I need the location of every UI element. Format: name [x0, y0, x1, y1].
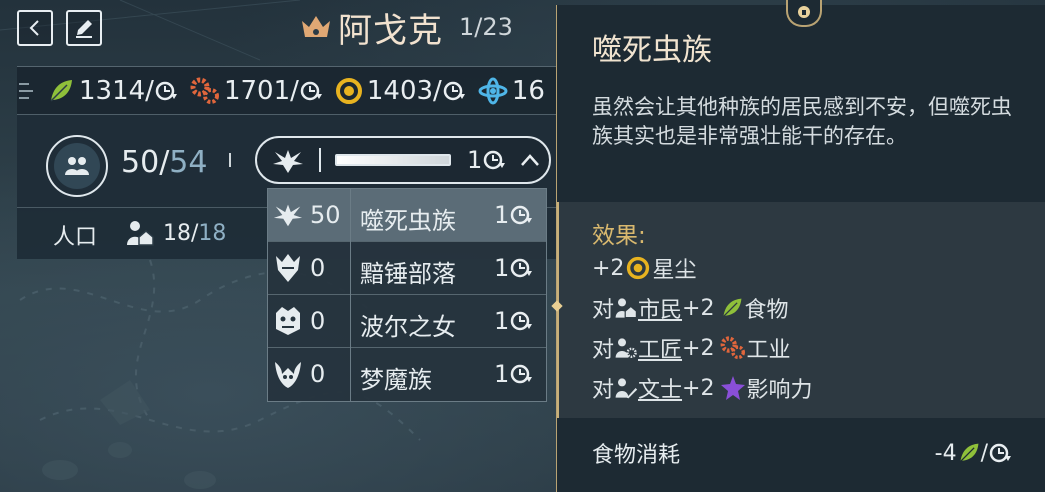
- gears-icon: [721, 336, 746, 360]
- food-resource[interactable]: 1314/: [47, 76, 182, 106]
- industry-resource[interactable]: 1701/: [190, 76, 327, 106]
- dust-value: 1403/: [366, 76, 442, 106]
- item-name: 黯锤部落: [360, 260, 456, 288]
- population-selector[interactable]: 1: [255, 136, 551, 184]
- vaulters-icon: [276, 307, 300, 335]
- dropdown-item-vaulters[interactable]: 0 波尔之女 1: [268, 295, 546, 348]
- workers-count: 18/18: [125, 219, 226, 247]
- collapse-arrows-icon[interactable]: [17, 78, 39, 104]
- population-label: 人口: [53, 225, 98, 250]
- lock-icon: [798, 6, 810, 18]
- item-growth: 1: [494, 307, 533, 335]
- food-consumption: 食物消耗 -4 /: [592, 437, 1012, 469]
- dropdown-item-drakken[interactable]: 0 梦魔族 1: [268, 348, 546, 401]
- citizen-house-icon: [127, 221, 154, 246]
- population-dropdown: 50 噬死虫族 1 0 黯锤部落 1 0 波尔之女 1 0 梦魔族 1: [267, 188, 547, 402]
- effect-artisan: 对 工匠 +2 工业: [592, 332, 790, 364]
- turn-icon: [511, 205, 533, 225]
- artisan-link[interactable]: 工匠: [638, 332, 682, 364]
- selector-divider: [319, 148, 321, 172]
- necrophage-icon: [273, 204, 303, 227]
- turn-icon: [443, 81, 465, 101]
- turn-icon: [155, 81, 177, 101]
- food-value: 1314/: [79, 76, 154, 106]
- drakken-icon: [275, 362, 301, 388]
- leaf-icon: [959, 443, 979, 463]
- chevron-up-icon[interactable]: [519, 150, 541, 170]
- turn-icon: [300, 81, 322, 101]
- science-icon: [478, 77, 508, 105]
- crown-icon: [302, 16, 330, 37]
- item-count: 0: [310, 307, 326, 335]
- dropdown-item-necrophage[interactable]: 50 噬死虫族 1: [268, 189, 546, 242]
- population-tooltip: 噬死虫族 虽然会让其他种族的居民感到不安，但噬死虫族其实也是非常强壮能干的存在。…: [551, 0, 1045, 492]
- turn-icon: [511, 311, 533, 331]
- effect-dust: +2 星尘: [592, 255, 697, 284]
- chevron-left-icon: [29, 20, 39, 36]
- turn-icon: [484, 150, 506, 170]
- citizen-house-icon: [615, 298, 638, 319]
- city-index: 1/23: [459, 13, 513, 41]
- gears-icon: [190, 77, 219, 104]
- item-growth: 1: [494, 360, 533, 388]
- necrophage-icon: [273, 150, 303, 173]
- turn-icon: [511, 258, 533, 278]
- item-count: 0: [310, 254, 326, 282]
- growth-number: 1: [467, 146, 483, 174]
- tooltip-description: 虽然会让其他种族的居民感到不安，但噬死虫族其实也是非常强壮能干的存在。: [592, 95, 1012, 148]
- citizen-link[interactable]: 市民: [638, 292, 682, 324]
- effect-citizen: 对 市民 +2 食物: [592, 292, 788, 324]
- food-consumption-label: 食物消耗: [592, 443, 681, 468]
- dropdown-item-broken-lords[interactable]: 0 黯锤部落 1: [268, 242, 546, 295]
- population-icon: [65, 157, 89, 175]
- separator: [229, 153, 231, 167]
- turn-icon: [989, 443, 1011, 463]
- food-consumption-value: -4: [934, 440, 957, 466]
- growth-value: 1: [467, 146, 506, 174]
- item-name: 梦魔族: [360, 366, 432, 394]
- growth-bar: [335, 154, 451, 166]
- leaf-icon: [50, 80, 72, 102]
- artisan-icon: [615, 338, 637, 358]
- item-name: 噬死虫族: [360, 207, 456, 235]
- broken-lords-icon: [276, 254, 300, 282]
- leaf-icon: [723, 298, 742, 318]
- population-current: 50: [121, 145, 160, 180]
- scholar-link[interactable]: 文士: [638, 372, 682, 404]
- workers-current: 18: [163, 220, 191, 246]
- item-growth: 1: [494, 201, 533, 229]
- science-resource[interactable]: 16: [478, 76, 545, 106]
- rename-city-button[interactable]: [66, 10, 102, 46]
- population-button[interactable]: [46, 135, 108, 197]
- tooltip-title: 噬死虫族: [592, 33, 712, 68]
- dust-ring-icon: [627, 256, 650, 280]
- back-button[interactable]: [17, 10, 53, 46]
- science-value: 16: [511, 76, 545, 106]
- workers-max: 18: [198, 220, 227, 246]
- effect-scholar: 对 文士 +2 影响力: [592, 372, 812, 404]
- item-count: 50: [310, 201, 341, 229]
- resource-bar: 1314/ 1701/ 1403/ 16: [17, 66, 562, 115]
- dust-ring-icon: [335, 78, 362, 104]
- item-name: 波尔之女: [360, 313, 456, 341]
- effects-section: 效果: +2 星尘 对 市民 +2 食物 对 工匠 +2 工业 对 文士 +2 …: [551, 202, 1045, 418]
- city-title: 阿戈克 1/23: [300, 3, 513, 52]
- scholar-icon: [615, 378, 638, 399]
- tooltip-anchor: [786, 0, 822, 27]
- population-max: 54: [169, 145, 208, 180]
- turn-icon: [511, 364, 533, 384]
- industry-value: 1701/: [223, 76, 299, 106]
- effects-title: 效果:: [592, 223, 646, 249]
- population-count: 50/54: [121, 145, 208, 180]
- item-growth: 1: [494, 254, 533, 282]
- star-icon: [721, 376, 746, 400]
- dust-resource[interactable]: 1403/: [335, 76, 470, 106]
- pencil-icon: [76, 20, 92, 38]
- city-name[interactable]: 阿戈克: [338, 3, 443, 52]
- item-count: 0: [310, 360, 326, 388]
